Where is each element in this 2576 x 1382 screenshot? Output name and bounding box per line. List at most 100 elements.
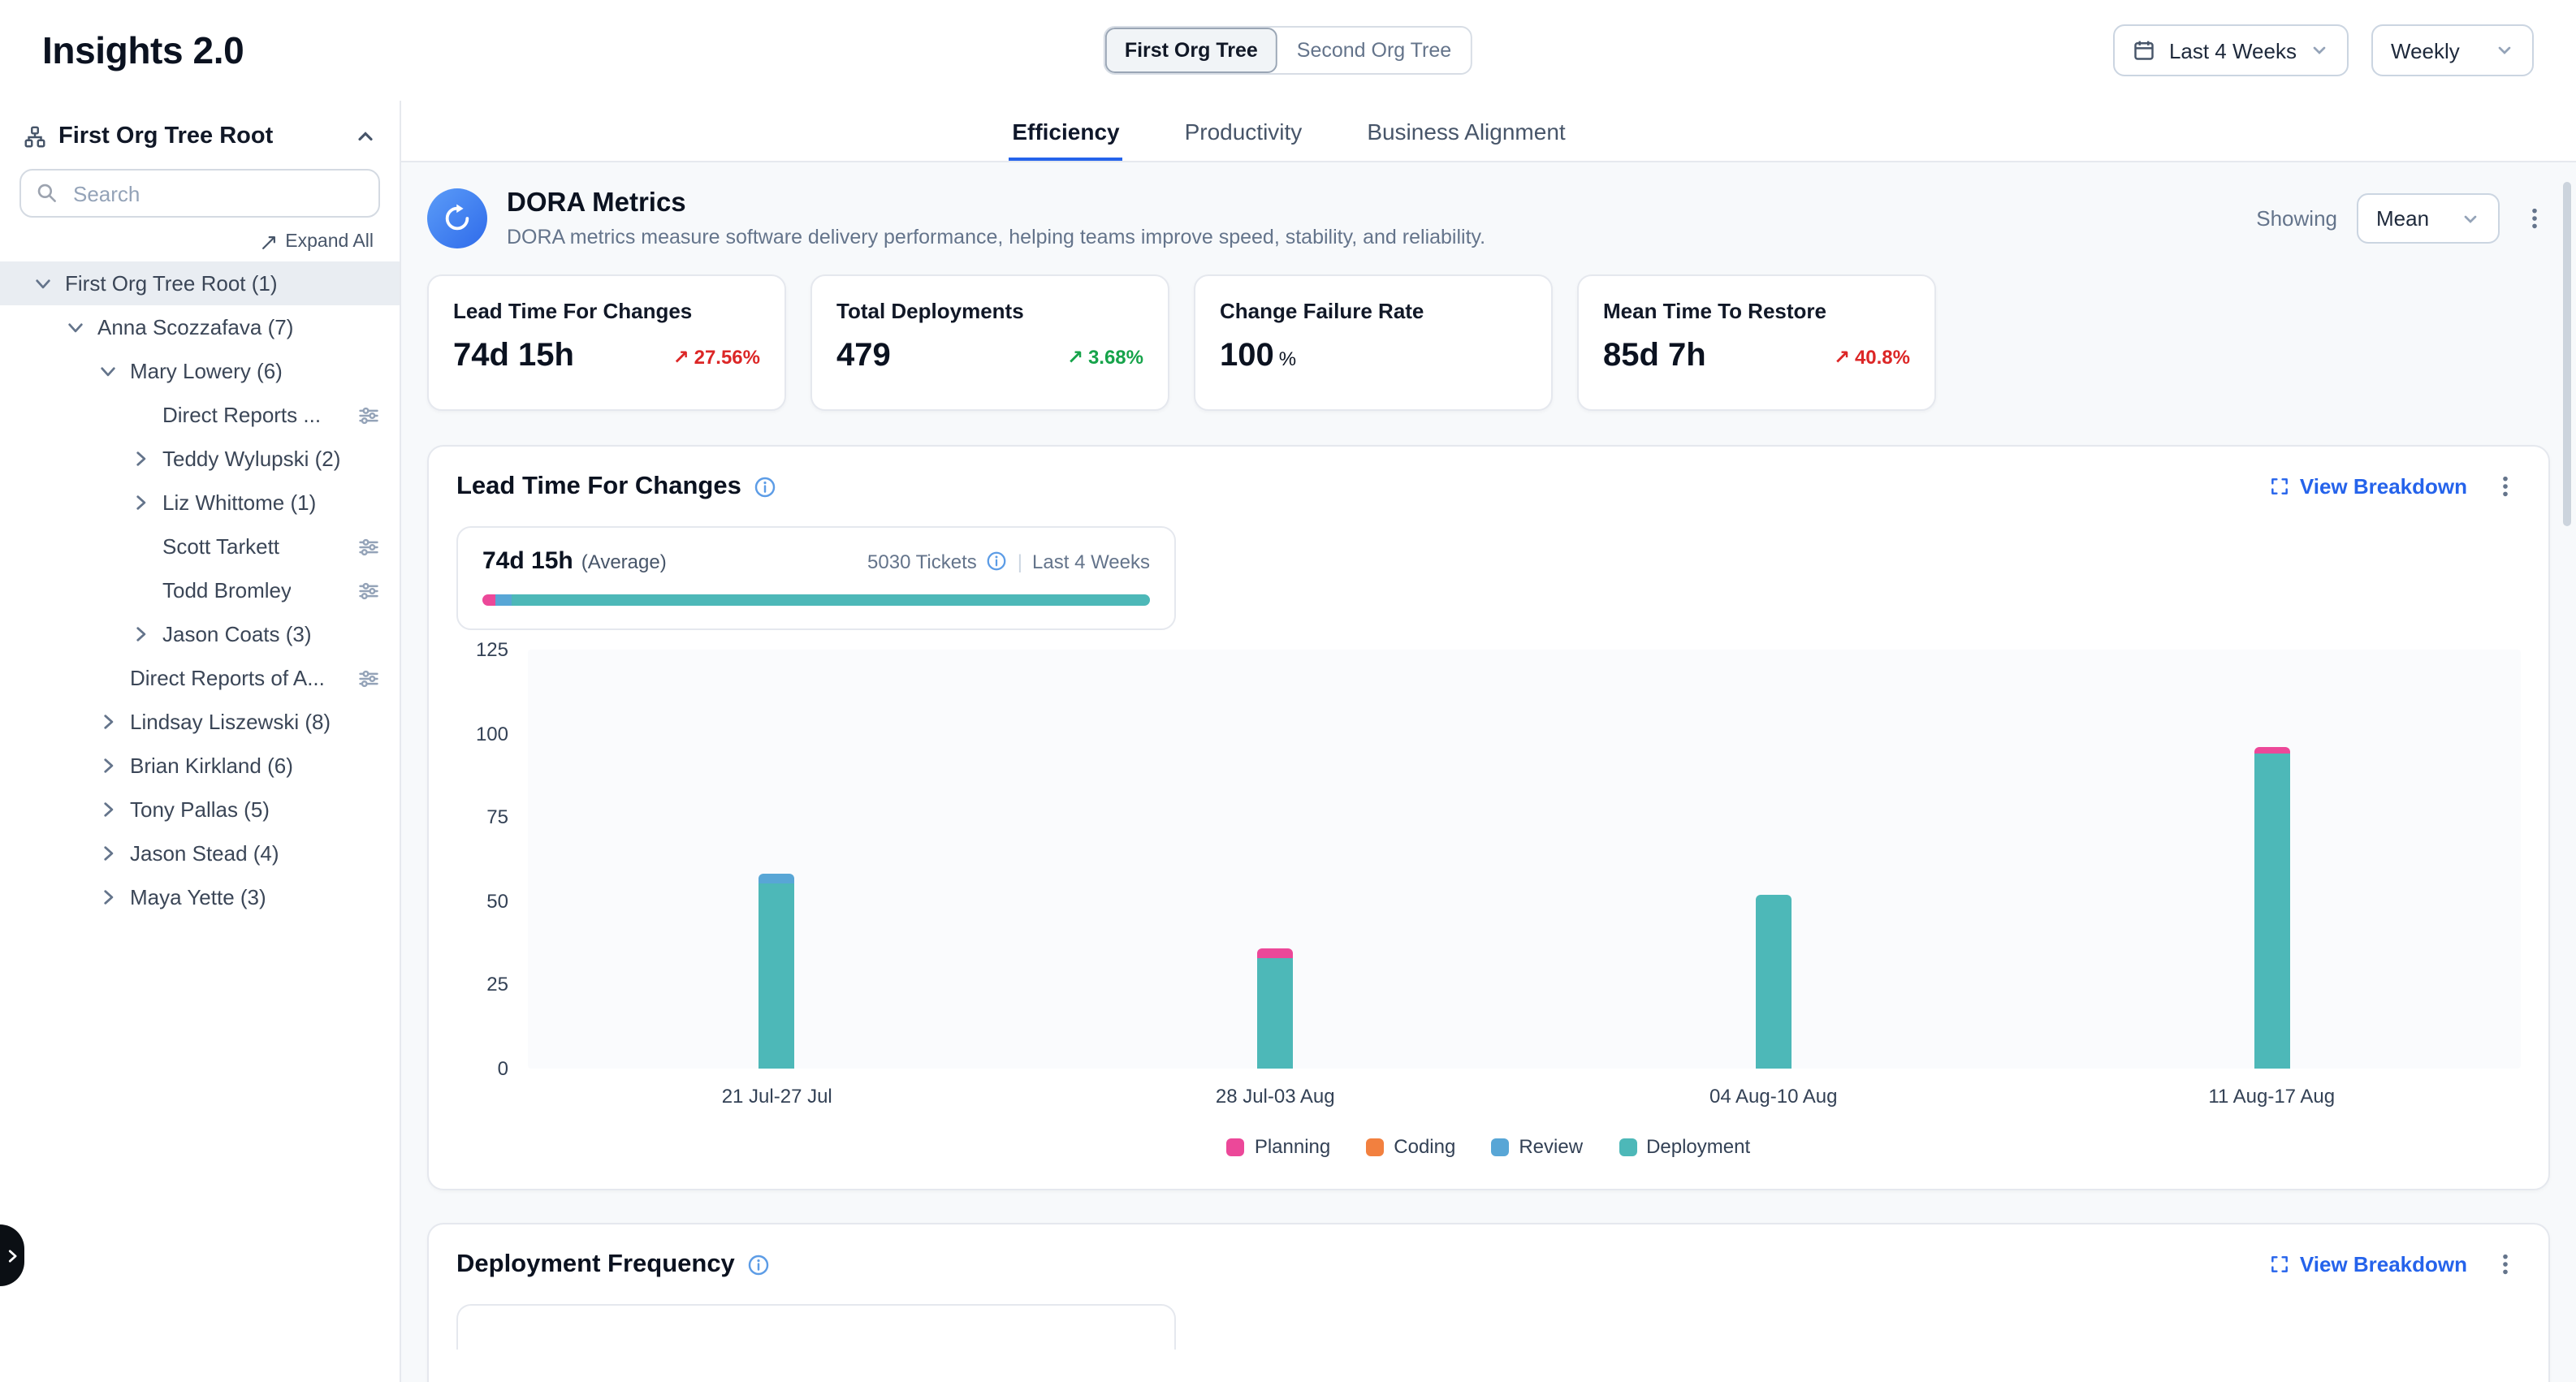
- chevron-right-icon[interactable]: [97, 755, 130, 776]
- kebab-menu-icon[interactable]: [2490, 1249, 2521, 1280]
- chart-column-04-aug-10-aug: [1524, 650, 2023, 1069]
- legend-swatch: [1366, 1138, 1384, 1155]
- tree-item-label: Mary Lowery (6): [130, 359, 283, 383]
- chevron-right-icon[interactable]: [130, 448, 162, 469]
- scrollbar-thumb[interactable]: [2563, 182, 2571, 526]
- chevron-right-icon[interactable]: [97, 843, 130, 864]
- metric-card-value: 479: [836, 338, 891, 375]
- org-toggle-first-org-tree[interactable]: First Org Tree: [1105, 28, 1277, 73]
- tree-item-label: Liz Whittome (1): [162, 490, 316, 515]
- deployment-frequency-title: Deployment Frequency: [456, 1250, 735, 1279]
- view-breakdown-label: View Breakdown: [2300, 474, 2467, 499]
- expand-all-button[interactable]: Expand All: [26, 232, 374, 252]
- aggregation-value: Mean: [2376, 206, 2429, 231]
- kebab-menu-icon[interactable]: [2519, 203, 2550, 234]
- sidebar-collapse-chevron-up-icon[interactable]: [354, 125, 377, 148]
- y-tick-label: 50: [486, 890, 508, 913]
- tree-item-label: Tony Pallas (5): [130, 797, 270, 822]
- tree-item-maya-yette[interactable]: Maya Yette (3): [0, 875, 400, 919]
- tree-item-direct-reports[interactable]: Direct Reports ...: [0, 393, 400, 437]
- granularity-select[interactable]: Weekly: [2371, 24, 2534, 76]
- stacked-bar[interactable]: [759, 650, 795, 1069]
- org-toggle-second-org-tree[interactable]: Second Org Tree: [1277, 28, 1471, 73]
- tab-efficiency[interactable]: Efficiency: [1009, 101, 1122, 161]
- kebab-menu-icon[interactable]: [2490, 471, 2521, 502]
- tree-item-label: First Org Tree Root (1): [65, 271, 278, 296]
- info-icon[interactable]: [754, 475, 777, 498]
- metric-card-title: Mean Time To Restore: [1603, 299, 1910, 323]
- legend-item-review[interactable]: Review: [1491, 1135, 1583, 1158]
- bar-segment-planning[interactable]: [2254, 747, 2289, 754]
- chevron-right-icon[interactable]: [130, 624, 162, 645]
- metric-card-title: Lead Time For Changes: [453, 299, 760, 323]
- legend-item-coding[interactable]: Coding: [1366, 1135, 1455, 1158]
- chevron-down-icon[interactable]: [32, 273, 65, 294]
- tree-item-anna-scozzafava[interactable]: Anna Scozzafava (7): [0, 305, 400, 349]
- tree-item-lindsay-liszewski[interactable]: Lindsay Liszewski (8): [0, 700, 400, 744]
- search-icon: [36, 182, 58, 205]
- legend-swatch: [1491, 1138, 1509, 1155]
- tree-item-liz-whittome[interactable]: Liz Whittome (1): [0, 481, 400, 525]
- tree-item-jason-coats[interactable]: Jason Coats (3): [0, 612, 400, 656]
- chevron-right-icon[interactable]: [130, 492, 162, 513]
- tree-item-first-org-tree-root[interactable]: First Org Tree Root (1): [0, 261, 400, 305]
- bar-segment-deployment[interactable]: [1257, 958, 1293, 1069]
- y-tick-label: 75: [486, 805, 508, 828]
- bar-segment-deployment[interactable]: [759, 884, 795, 1069]
- tree-item-scott-tarkett[interactable]: Scott Tarkett: [0, 525, 400, 568]
- tree-item-mary-lowery[interactable]: Mary Lowery (6): [0, 349, 400, 393]
- search-input[interactable]: [70, 179, 364, 207]
- tab-business-alignment[interactable]: Business Alignment: [1364, 101, 1568, 161]
- filter-sliders-icon[interactable]: [357, 404, 380, 426]
- chevron-right-icon[interactable]: [97, 799, 130, 820]
- chevron-down-icon[interactable]: [65, 317, 97, 338]
- filter-sliders-icon[interactable]: [357, 667, 380, 689]
- header-controls: Last 4 Weeks Weekly: [2114, 24, 2534, 76]
- stacked-bar[interactable]: [2254, 650, 2289, 1069]
- bar-segment-deployment[interactable]: [2254, 754, 2289, 1069]
- legend-item-deployment[interactable]: Deployment: [1619, 1135, 1750, 1158]
- info-icon[interactable]: [987, 551, 1008, 572]
- top-header: Insights 2.0 First Org Tree Second Org T…: [0, 0, 2576, 101]
- trend-up-arrow-icon: ↗: [1067, 345, 1083, 368]
- tree-item-tony-pallas[interactable]: Tony Pallas (5): [0, 788, 400, 831]
- sidebar-title: First Org Tree Root: [58, 123, 273, 149]
- summary-tickets: 5030 Tickets: [867, 550, 977, 572]
- tree-item-brian-kirkland[interactable]: Brian Kirkland (6): [0, 744, 400, 788]
- filter-sliders-icon[interactable]: [357, 579, 380, 602]
- search-box[interactable]: [19, 169, 380, 218]
- phase-segment-planning: [482, 594, 495, 606]
- bar-segment-review[interactable]: [759, 875, 795, 884]
- chevron-down-icon[interactable]: [97, 361, 130, 382]
- phase-segment-review: [495, 594, 512, 606]
- tab-productivity[interactable]: Productivity: [1182, 101, 1306, 161]
- tree-item-todd-bromley[interactable]: Todd Bromley: [0, 568, 400, 612]
- legend-item-planning[interactable]: Planning: [1227, 1135, 1330, 1158]
- info-icon[interactable]: [748, 1253, 771, 1276]
- view-breakdown-link[interactable]: View Breakdown: [2269, 474, 2467, 499]
- tree-item-jason-stead[interactable]: Jason Stead (4): [0, 831, 400, 875]
- tree-item-teddy-wylupski[interactable]: Teddy Wylupski (2): [0, 437, 400, 481]
- metric-card-total-deployments[interactable]: Total Deployments479↗3.68%: [810, 274, 1169, 411]
- legend-swatch: [1227, 1138, 1245, 1155]
- bar-segment-deployment[interactable]: [1756, 894, 1792, 1069]
- chevron-right-icon[interactable]: [97, 711, 130, 732]
- deployment-frequency-header: Deployment Frequency View Breakdown: [456, 1249, 2521, 1280]
- tree-item-label: Maya Yette (3): [130, 885, 266, 909]
- stacked-bar[interactable]: [1257, 650, 1293, 1069]
- filter-sliders-icon[interactable]: [357, 535, 380, 558]
- dora-metrics-header: DORA Metrics DORA metrics measure softwa…: [427, 188, 2550, 248]
- metric-card-mean-time-to-restore[interactable]: Mean Time To Restore85d 7h↗40.8%: [1577, 274, 1936, 411]
- metric-card-lead-time-for-changes[interactable]: Lead Time For Changes74d 15h↗27.56%: [427, 274, 786, 411]
- dora-description: DORA metrics measure software delivery p…: [507, 226, 1485, 248]
- metric-card-change-failure-rate[interactable]: Change Failure Rate100%: [1194, 274, 1553, 411]
- chevron-right-icon[interactable]: [97, 887, 130, 908]
- metric-card-title: Change Failure Rate: [1220, 299, 1527, 323]
- trend-up-arrow-icon: ↗: [1834, 345, 1850, 368]
- view-breakdown-link[interactable]: View Breakdown: [2269, 1252, 2467, 1276]
- stacked-bar[interactable]: [1756, 650, 1792, 1069]
- bar-segment-planning[interactable]: [1257, 948, 1293, 957]
- date-range-select[interactable]: Last 4 Weeks: [2114, 24, 2349, 76]
- aggregation-select[interactable]: Mean: [2357, 193, 2500, 244]
- tree-item-direct-reports-of-a[interactable]: Direct Reports of A...: [0, 656, 400, 700]
